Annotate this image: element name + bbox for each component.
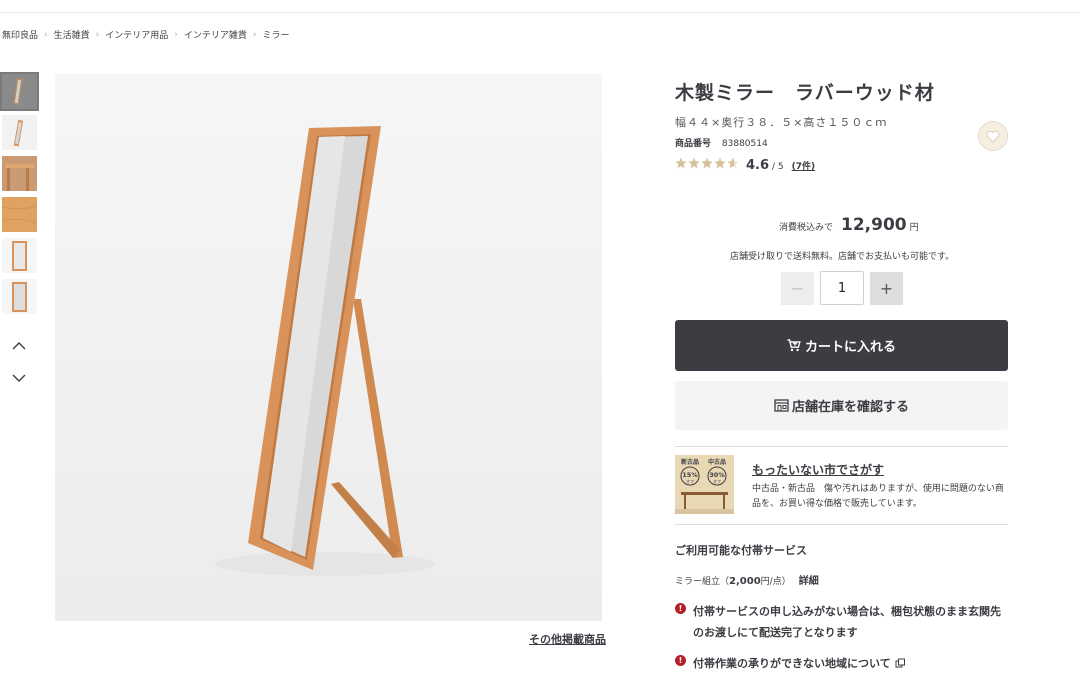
thumbnail-4[interactable] bbox=[2, 197, 37, 232]
thumbnail-up-chevron-icon[interactable] bbox=[10, 338, 28, 352]
breadcrumb: 無印良品 › 生活雑貨 › インテリア用品 › インテリア雑貨 › ミラー bbox=[2, 28, 296, 42]
product-number-label: 商品番号 bbox=[675, 139, 712, 149]
cart-icon bbox=[787, 339, 801, 352]
banner-used-label: 中古品 bbox=[708, 458, 726, 466]
star-icon bbox=[688, 157, 700, 169]
add-to-cart-button[interactable]: カートに入れる bbox=[675, 320, 1008, 371]
product-title: 木製ミラー ラバーウッド材 bbox=[675, 82, 935, 104]
service-item-label: ミラー組立（ bbox=[675, 577, 730, 587]
banner-new-label: 新古品 bbox=[681, 458, 699, 466]
thumbnail-list bbox=[0, 72, 39, 320]
banner-off-label-1: オフ bbox=[686, 479, 694, 484]
thumbnail-down-chevron-icon[interactable] bbox=[10, 370, 28, 384]
used-market-link[interactable]: もったいない市でさがす bbox=[752, 461, 884, 478]
services-title: ご利用可能な付帯サービス bbox=[675, 544, 807, 557]
used-market-banner[interactable]: 新古品 中古品 15% オフ 30% オフ bbox=[675, 455, 734, 514]
quantity-input[interactable]: 1 bbox=[820, 271, 864, 305]
service-item-unit: 円/点） bbox=[760, 577, 791, 587]
quantity-decrease-button[interactable]: − bbox=[781, 272, 814, 305]
product-number: 商品番号 83880514 bbox=[675, 136, 768, 149]
thumbnail-6[interactable] bbox=[2, 279, 37, 314]
price-currency: 円 bbox=[909, 223, 919, 233]
breadcrumb-chevron-icon: › bbox=[95, 29, 100, 40]
breadcrumb-item-interior-goods[interactable]: インテリア雑貨 bbox=[184, 28, 247, 41]
service-notice-2[interactable]: ! 付帯作業の承りができない地域について bbox=[675, 653, 1008, 674]
price-tax-label: 消費税込みで bbox=[779, 223, 834, 233]
service-notice-1: ! 付帯サービスの申し込みがない場合は、梱包状態のまま玄関先のお渡しにて配送完了… bbox=[675, 601, 1008, 643]
service-item-assembly: ミラー組立（ 2,000 円/点） 詳細 bbox=[675, 572, 819, 587]
product-size: 幅４４×奥行３８．５×高さ１５０ｃｍ bbox=[675, 116, 888, 129]
breadcrumb-item-mirror[interactable]: ミラー bbox=[263, 28, 290, 41]
add-to-cart-label: カートに入れる bbox=[804, 340, 896, 355]
external-link-icon bbox=[895, 658, 905, 668]
banner-discount-1: 15% bbox=[682, 471, 698, 479]
review-count-link[interactable]: (7件) bbox=[792, 159, 816, 172]
thumbnail-5[interactable] bbox=[2, 238, 37, 273]
price-amount: 12,900 bbox=[841, 215, 907, 235]
heart-icon bbox=[986, 130, 1000, 143]
service-detail-link[interactable]: 詳細 bbox=[799, 572, 819, 587]
quantity-increase-button[interactable]: + bbox=[870, 272, 903, 305]
breadcrumb-item-household[interactable]: 生活雑貨 bbox=[54, 28, 90, 41]
store-icon bbox=[774, 399, 789, 412]
star-icon bbox=[675, 157, 687, 169]
rating: 4.6 / 5 (7件) bbox=[675, 157, 815, 173]
star-half-icon bbox=[727, 157, 739, 169]
thumbnail-2[interactable] bbox=[2, 115, 37, 150]
star-icon bbox=[701, 157, 713, 169]
shipping-note: 店舗受け取りで送料無料。店舗でお支払いも可能です。 bbox=[730, 252, 955, 262]
check-store-stock-label: 店舗在庫を確認する bbox=[791, 400, 909, 415]
section-divider bbox=[675, 524, 1008, 525]
service-notice-text-2: 付帯作業の承りができない地域について bbox=[693, 657, 891, 670]
rating-out-of: / 5 bbox=[772, 162, 784, 172]
product-number-value: 83880514 bbox=[721, 139, 768, 149]
section-divider bbox=[675, 446, 1008, 447]
breadcrumb-item-muji[interactable]: 無印良品 bbox=[2, 28, 38, 41]
alert-icon: ! bbox=[675, 655, 686, 666]
breadcrumb-chevron-icon: › bbox=[174, 29, 178, 40]
breadcrumb-chevron-icon: › bbox=[252, 29, 257, 40]
header-divider bbox=[0, 12, 1080, 13]
favorite-button[interactable] bbox=[978, 121, 1008, 151]
thumbnail-3[interactable] bbox=[2, 156, 37, 191]
breadcrumb-item-interior[interactable]: インテリア用品 bbox=[105, 28, 168, 41]
price: 消費税込みで 12,900 円 bbox=[779, 215, 919, 235]
rating-stars bbox=[675, 157, 740, 169]
other-items-link[interactable]: その他掲載商品 bbox=[529, 631, 606, 647]
banner-discount-2: 30% bbox=[709, 471, 725, 479]
rating-score: 4.6 bbox=[746, 158, 770, 173]
alert-icon: ! bbox=[675, 603, 686, 614]
check-store-stock-button[interactable]: 店舗在庫を確認する bbox=[675, 381, 1008, 430]
breadcrumb-chevron-icon: › bbox=[44, 29, 48, 40]
thumbnail-1[interactable] bbox=[0, 72, 39, 111]
main-product-image[interactable] bbox=[55, 74, 602, 621]
banner-off-label-2: オフ bbox=[713, 479, 721, 484]
used-market-description: 中古品・新古品 傷や汚れはありますが、使用に問題のない商品を、お買い得な価格で販… bbox=[752, 484, 1004, 509]
star-icon bbox=[714, 157, 726, 169]
service-notice-text-1: 付帯サービスの申し込みがない場合は、梱包状態のまま玄関先のお渡しにて配送完了とな… bbox=[693, 605, 1001, 639]
service-item-price: 2,000 bbox=[729, 576, 761, 587]
